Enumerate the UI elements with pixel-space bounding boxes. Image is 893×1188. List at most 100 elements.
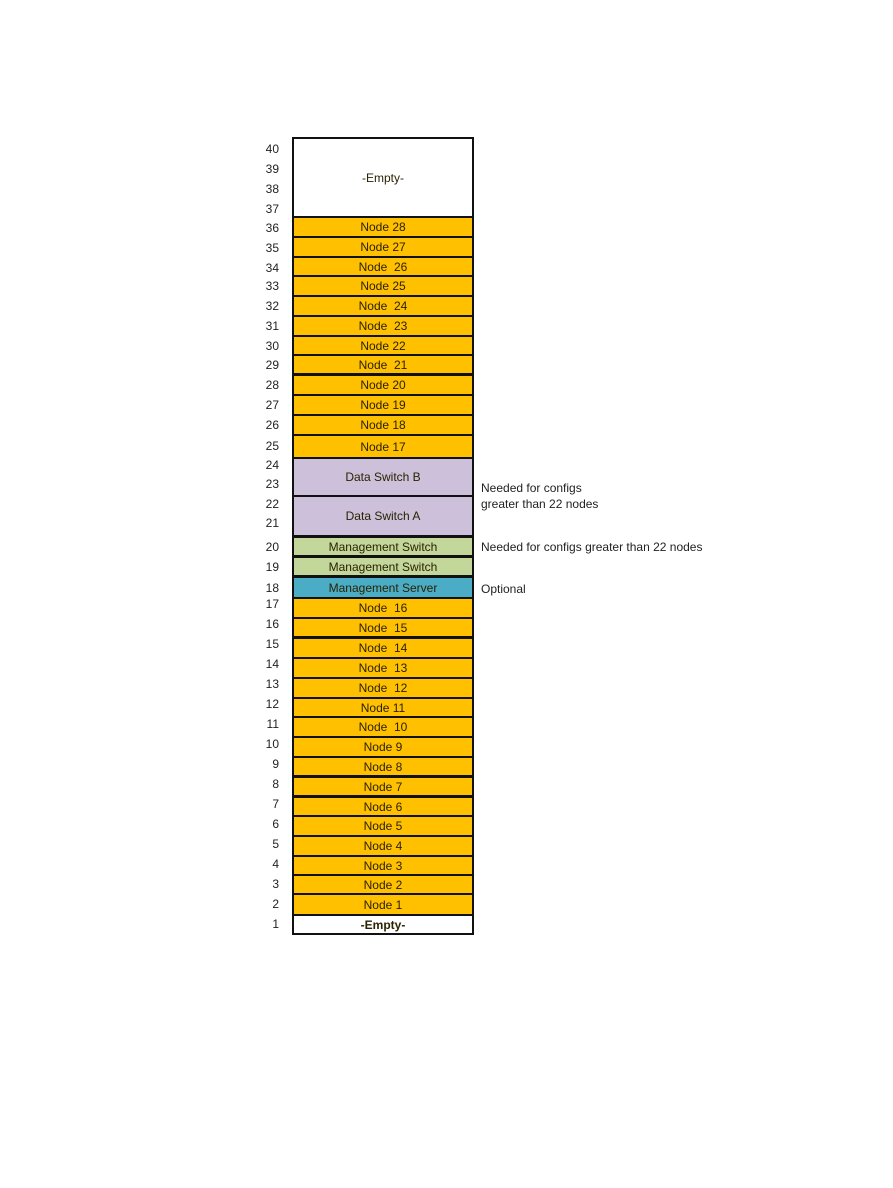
- rack-slot-node: Node 1: [292, 893, 474, 916]
- rack-slot-label: Node 5: [363, 819, 403, 833]
- rack-slot-label: Node 21: [358, 357, 408, 372]
- rack-unit-number: 14: [265, 657, 279, 671]
- rack-slot-label: Node 10: [358, 720, 408, 734]
- rack-slot-management-switch: Management Switch: [292, 536, 474, 557]
- rack-slot-node: Node 28: [292, 216, 474, 238]
- rack-slot-label: Node 13: [358, 661, 408, 675]
- rack-slot-node: Node 6: [292, 796, 474, 817]
- rack-slot-label: Node 19: [360, 398, 406, 412]
- rack-unit-number: 25: [265, 439, 279, 453]
- rack-unit-number: 9: [272, 757, 279, 771]
- rack-slot-node: Node 26: [292, 256, 474, 277]
- rack-slot-node: Node 14: [292, 637, 474, 659]
- rack-unit-number: 6: [272, 817, 279, 831]
- rack-slot-node: Node 10: [292, 716, 474, 738]
- rack-unit-number: 34: [265, 261, 279, 275]
- rack-slot-label: Node 9: [363, 740, 403, 754]
- rack-slot-label: Node 25: [360, 279, 406, 293]
- rack-slot-label: -Empty-: [360, 917, 406, 932]
- rack-slot-node: Node 25: [292, 275, 474, 297]
- rack-unit-number: 20: [265, 540, 279, 554]
- rack-slot-label: Node 7: [363, 779, 403, 794]
- rack-slot-label: Node 22: [360, 338, 406, 353]
- rack-slot-node: Node 20: [292, 374, 474, 396]
- rack-slot-node: Node 4: [292, 835, 474, 857]
- rack-slot-empty: -Empty-: [292, 914, 474, 935]
- rack-slot-data-switch: Data Switch A: [292, 495, 474, 537]
- rack-slot-label: Node 3: [363, 858, 403, 873]
- rack-slot-label: Node 24: [358, 299, 408, 313]
- rack-unit-number: 28: [265, 378, 279, 392]
- rack-slot-label: Node 8: [363, 759, 403, 774]
- rack-unit-number: 24: [265, 458, 279, 472]
- rack-slot-node: Node 24: [292, 295, 474, 317]
- rack-unit-number: 5: [272, 837, 279, 851]
- rack-slot-node: Node 16: [292, 597, 474, 619]
- rack-unit-number: 1: [272, 917, 279, 931]
- rack-slot-label: Node 28: [360, 220, 406, 234]
- rack-slot-node: Node 5: [292, 815, 474, 837]
- rack-slot-label: Data Switch B: [345, 470, 421, 484]
- rack-slot-node: Node 12: [292, 677, 474, 699]
- rack-unit-number: 27: [265, 398, 279, 412]
- rack-unit-number: 30: [265, 339, 279, 353]
- rack-slot-node: Node 19: [292, 394, 474, 416]
- rack-slot-label: Node 18: [360, 418, 406, 432]
- rack-slot-node: Node 17: [292, 434, 474, 459]
- rack-unit-number: 26: [265, 418, 279, 432]
- rack-unit-number: 4: [272, 857, 279, 871]
- rack-slot-label: Node 4: [363, 839, 403, 853]
- rack-unit-number: 35: [265, 241, 279, 255]
- rack-slot-node: Node 23: [292, 315, 474, 337]
- rack-slot-node: Node 9: [292, 736, 474, 758]
- rack-unit-number: 32: [265, 299, 279, 313]
- rack-unit-number: 38: [265, 182, 279, 196]
- rack-slot-label: Node 26: [358, 259, 408, 274]
- rack-unit-number: 8: [272, 777, 279, 791]
- rack-slot-management-switch: Management Switch: [292, 556, 474, 577]
- rack-slot-label: Node 2: [363, 877, 403, 892]
- rack-unit-number: 15: [265, 637, 279, 651]
- rack-slot-node: Node 27: [292, 236, 474, 258]
- rack-unit-number: 17: [265, 597, 279, 611]
- rack-unit-number: 3: [272, 877, 279, 891]
- rack-unit-number: 22: [265, 497, 279, 511]
- rack-slot-label: Node 20: [360, 378, 406, 392]
- rack-unit-number: 29: [265, 358, 279, 372]
- rack-slot-label: Node 1: [363, 897, 403, 912]
- rack-unit-number: 36: [265, 221, 279, 235]
- rack-unit-number: 7: [272, 797, 279, 811]
- rack-slot-label: Node 17: [360, 439, 406, 454]
- rack-unit-number: 13: [265, 677, 279, 691]
- rack-unit-number: 39: [265, 162, 279, 176]
- rack-slot-label: Node 14: [358, 641, 408, 655]
- rack-slot-label: Node 6: [363, 799, 403, 814]
- rack-unit-number: 10: [265, 737, 279, 751]
- rack-slot-label: Data Switch A: [345, 509, 421, 523]
- rack-slot-node: Node 18: [292, 414, 474, 436]
- rack-unit-number: 33: [265, 279, 279, 293]
- rack-unit-number: 23: [265, 477, 279, 491]
- rack-unit-number: 31: [265, 319, 279, 333]
- rack-unit-number: 18: [265, 581, 279, 595]
- rack-slot-label: Management Server: [328, 580, 438, 595]
- management-server-note: Optional: [481, 582, 526, 596]
- rack-slot-label: Node 27: [360, 240, 406, 254]
- rack-slot-node: Node 21: [292, 354, 474, 375]
- rack-slot-node: Node 3: [292, 855, 474, 876]
- rack-slot-label: Node 12: [358, 681, 408, 695]
- rack-slot-label: -Empty-: [362, 170, 404, 185]
- rack-slot-label: Node 16: [358, 601, 408, 615]
- rack-unit-number: 40: [265, 142, 279, 156]
- rack-unit-number: 12: [265, 697, 279, 711]
- rack-slot-node: Node 22: [292, 335, 474, 356]
- rack-slot-empty: -Empty-: [292, 137, 474, 218]
- rack-slot-label: Node 11: [360, 700, 406, 715]
- rack-slot-label: Node 15: [358, 620, 408, 635]
- management-switch-note: Needed for configs greater than 22 nodes: [481, 540, 703, 554]
- rack-unit-number: 21: [265, 516, 279, 530]
- rack-slot-label: Node 23: [358, 319, 408, 333]
- data-switch-note: Needed for configs greater than 22 nodes: [481, 481, 599, 511]
- rack-slot-node: Node 15: [292, 617, 474, 638]
- rack-slot-node: Node 11: [292, 697, 474, 718]
